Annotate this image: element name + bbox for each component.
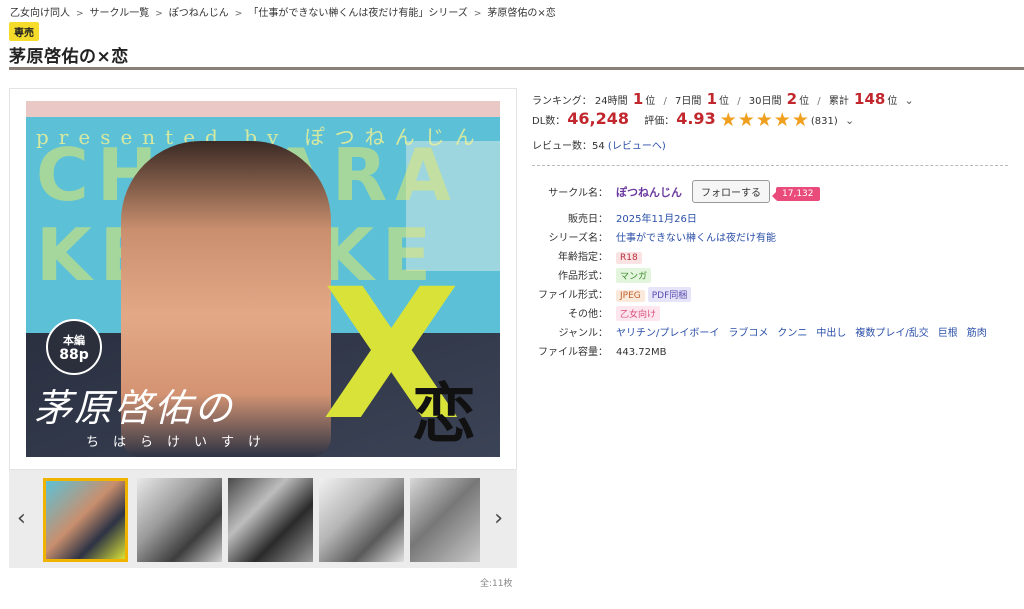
spec-row-age: 年齢指定： R18 [532,248,645,264]
ranking-7d-value: 1 [706,90,717,108]
ranking-unit: 位 [719,96,729,107]
ranking-30d-label: 30日間 [748,96,782,107]
breadcrumb-item-current: 茅原啓佑の×恋 [487,8,556,19]
chevron-right-icon: > [155,9,163,19]
title-divider [9,67,1024,70]
separator: / [737,96,741,107]
cover-pages-value: 88p [59,347,89,363]
rating-value: 4.93 [676,109,716,128]
ranking-24h-label: 24時間 [594,96,628,107]
divider [532,165,1008,166]
separator: / [817,96,821,107]
review-count: 54 [592,141,605,152]
spec-label: 年齢指定： [558,252,608,263]
spec-row-size: ファイル容量： 443.72MB [532,343,666,358]
spec-row-circle: サークル名： ぽつねんじん フォローする 17,132 [532,180,820,203]
thumbnail-2[interactable] [137,478,222,562]
review-row: レビュー数：54 (レビューへ) [532,137,666,152]
cover-koi-text: 恋 [412,378,476,452]
breadcrumb-item-circle[interactable]: ぽつねんじん [169,8,229,19]
thumbnail-4[interactable] [319,478,404,562]
follow-button[interactable]: フォローする [692,180,770,203]
rating-label: 評価： [644,116,675,127]
main-image-panel: CHIHARA KEISUKE presented by ぽつねんじん X 恋 … [9,88,517,470]
spec-row-other: その他： 乙女向け [532,305,663,321]
ranking-7d-label: 7日間 [675,96,702,107]
ranking-30d-value: 2 [786,90,798,108]
spec-label: ファイル容量： [538,347,608,358]
spec-row-genre: ジャンル： ヤリチン/プレイボーイ ラブコメ クンニ 中出し 複数プレイ/乱交 巨根 筋肉 [532,324,996,339]
chevron-right-icon: > [473,9,482,19]
spec-label: ジャンル： [558,328,609,339]
spec-label: シリーズ名： [548,233,609,244]
ranking-total-label: 累計 [828,96,849,107]
file-format-tag[interactable]: JPEG [616,290,645,302]
chevron-right-icon[interactable]: › [494,506,503,531]
chevron-down-icon[interactable]: ⌄ [905,94,914,107]
ranking-total-value: 148 [854,90,886,108]
spec-row-release: 販売日： 2025年11月26日 [532,210,697,225]
age-rating-tag[interactable]: R18 [616,252,642,264]
ranking-unit: 位 [887,96,898,107]
image-count: 全:11枚 [480,579,513,589]
spec-label: ファイル形式： [538,290,608,301]
follower-count-badge: 17,132 [772,187,820,201]
series-link[interactable]: 仕事ができない榊くんは夜だけ有能 [616,233,776,244]
review-label: レビュー数： [532,141,592,152]
dl-count: 46,248 [567,109,630,128]
genre-link[interactable]: 筋肉 [967,328,987,339]
other-tag[interactable]: 乙女向け [616,306,661,321]
ranking-24h-value: 1 [632,90,644,108]
spec-label: 作品形式： [558,271,608,282]
cover-pages-label: 本編 [63,334,85,347]
thumbnail-strip: ‹ › [9,470,517,568]
cover-decor [26,101,500,117]
chevron-right-icon: > [76,9,84,19]
spec-row-series: シリーズ名： 仕事ができない榊くんは夜だけ有能 [532,229,777,244]
breadcrumb-item-circle-list[interactable]: サークル一覧 [90,8,150,19]
spec-label: その他： [568,309,608,320]
file-size-value: 443.72MB [616,347,667,358]
breadcrumb-item-series[interactable]: 「仕事ができない榊くんは夜だけ有能」シリーズ [248,8,468,19]
ranking-unit: 位 [645,96,656,107]
spec-row-format: 作品形式： マンガ [532,267,654,283]
chevron-right-icon: > [234,9,243,19]
chevron-left-icon[interactable]: ‹ [17,506,26,531]
rating-count: (831) [810,116,838,127]
ranking-unit: 位 [799,96,810,107]
cover-image[interactable]: CHIHARA KEISUKE presented by ぽつねんじん X 恋 … [26,101,500,457]
genre-link[interactable]: 中出し [816,328,846,339]
spec-label: 販売日： [568,214,608,225]
dl-label: DL数： [532,116,566,127]
release-date-link[interactable]: 2025年11月26日 [616,214,697,225]
work-format-tag[interactable]: マンガ [616,268,652,283]
cover-name-text: 茅原啓佑の [34,386,235,430]
chevron-down-icon[interactable]: ⌄ [845,114,854,127]
thumbnail-5[interactable] [410,478,480,562]
file-format-tag[interactable]: PDF同梱 [647,287,692,302]
spec-label: サークル名： [548,188,608,199]
breadcrumb-item-otome[interactable]: 乙女向け同人 [10,8,70,19]
cover-page-count-badge: 本編 88p [46,319,102,375]
thumbnail-1[interactable] [43,478,128,562]
separator: / [663,96,667,107]
ranking-label: ランキング： [532,96,592,107]
rating-stars-icon: ★★★★★ [719,109,810,131]
genre-link[interactable]: 複数プレイ/乱交 [855,328,928,339]
circle-link[interactable]: ぽつねんじん [616,186,682,199]
page-title: 茅原啓佑の×恋 [9,47,129,67]
genre-link[interactable]: クンニ [777,328,807,339]
cover-ruby-text: ちはらけいすけ [86,435,276,450]
ranking-row: ランキング： 24時間 1位 / 7日間 1位 / 30日間 2位 / 累計 1… [532,90,914,108]
exclusive-badge: 専売 [9,22,39,41]
genre-link[interactable]: ラブコメ [728,328,768,339]
breadcrumb: 乙女向け同人 > サークル一覧 > ぽつねんじん > 「仕事ができない榊くんは夜だけ有能」シ… [10,4,556,19]
genre-link[interactable]: 巨根 [938,328,958,339]
spec-row-file: ファイル形式： JPEG PDF同梱 [532,286,694,302]
genre-link[interactable]: ヤリチン/プレイボーイ [616,328,719,339]
review-link[interactable]: (レビューへ) [608,141,666,152]
thumbnail-3[interactable] [228,478,313,562]
stats-row: DL数： 46,248 評価： 4.93 ★★★★★(831) ⌄ [532,109,854,131]
